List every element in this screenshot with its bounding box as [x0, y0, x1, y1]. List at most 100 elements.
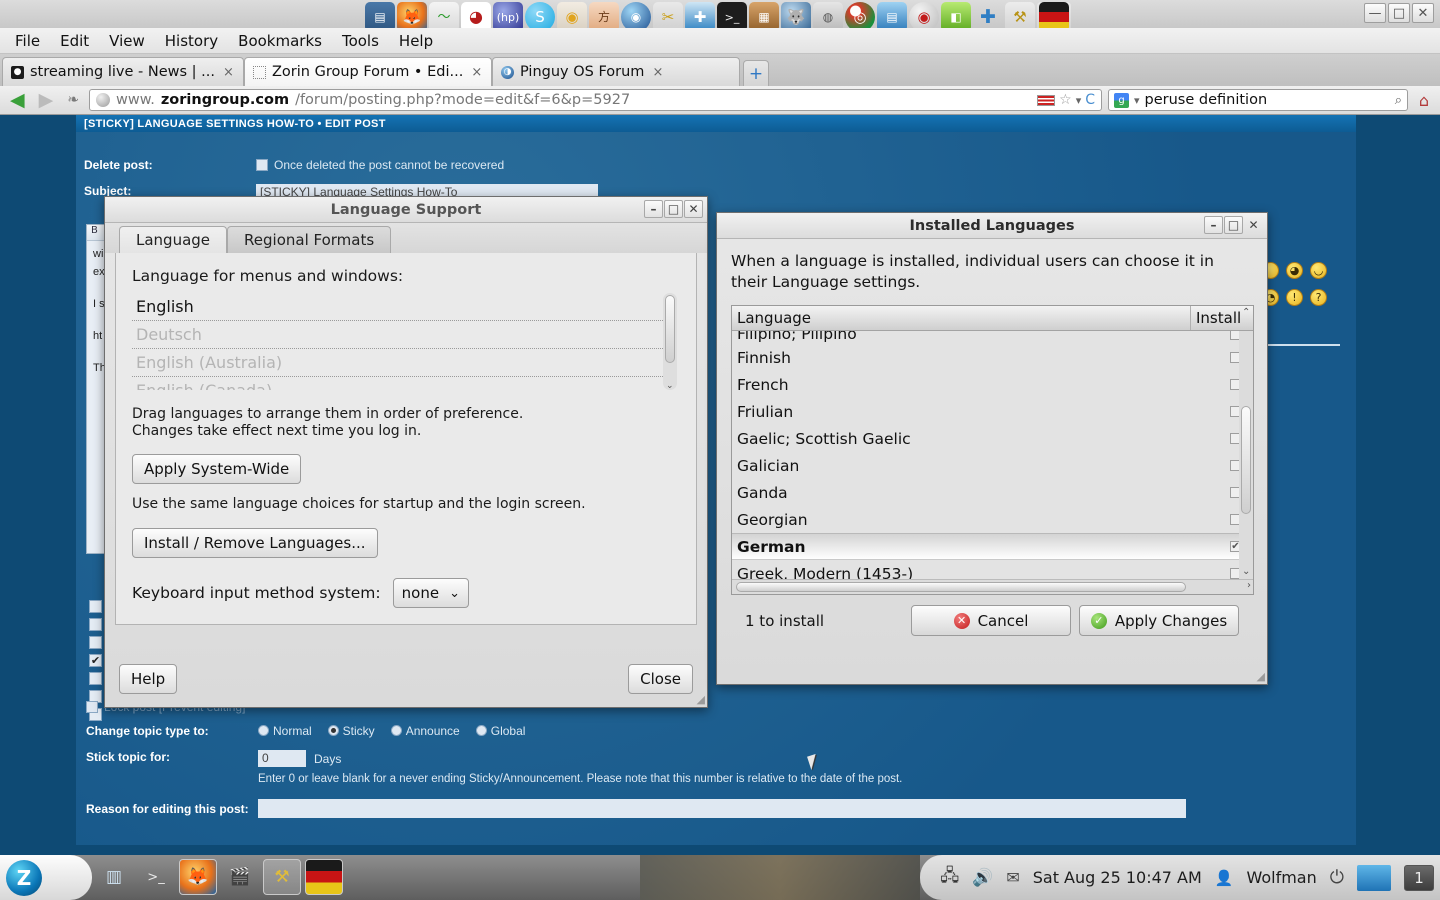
language-preference-list[interactable]: English Deutsch English (Australia) Engl…: [132, 293, 677, 390]
url-bar[interactable]: www. zoringroup.com /forum/posting.php?m…: [89, 89, 1102, 111]
delete-post-option[interactable]: Once deleted the post cannot be recovere…: [256, 158, 504, 172]
cancel-button[interactable]: ✕ Cancel: [911, 605, 1071, 636]
chevron-down-icon[interactable]: ▾: [1076, 94, 1082, 107]
input-method-select[interactable]: none ⌄: [393, 578, 469, 608]
menu-view[interactable]: View: [102, 30, 152, 52]
tab-pinguy-os-forum[interactable]: ◑ Pinguy OS Forum ×: [492, 57, 740, 86]
table-row[interactable]: Greek, Modern (1453-): [732, 560, 1254, 579]
user-icon[interactable]: 👤: [1215, 869, 1234, 887]
tab-streaming-live[interactable]: ● streaming live - News | ... ×: [2, 57, 244, 86]
radio-global[interactable]: Global: [476, 724, 526, 738]
terminal-icon[interactable]: >_: [137, 859, 175, 895]
table-row[interactable]: Galician: [732, 452, 1254, 479]
network-icon[interactable]: 🖧: [940, 863, 959, 892]
menu-file[interactable]: File: [8, 30, 47, 52]
edit-reason-input[interactable]: [258, 799, 1186, 818]
search-input[interactable]: peruse definition: [1145, 92, 1268, 108]
post-option-checkbox[interactable]: [89, 618, 102, 631]
post-option-checkbox[interactable]: [89, 636, 102, 649]
tab-close-icon[interactable]: ×: [652, 65, 663, 80]
google-icon[interactable]: g: [1114, 93, 1129, 108]
install-remove-languages-button[interactable]: Install / Remove Languages...: [132, 528, 378, 558]
show-desktop-button[interactable]: [1357, 865, 1391, 891]
help-button[interactable]: Help: [119, 664, 177, 694]
clock[interactable]: Sat Aug 25 10:47 AM: [1033, 868, 1202, 887]
emoticon[interactable]: ◡: [1310, 262, 1327, 279]
menu-bookmarks[interactable]: Bookmarks: [231, 30, 329, 52]
chevron-right-icon[interactable]: ›: [1247, 580, 1251, 591]
flags-icon[interactable]: [305, 859, 343, 895]
resize-grip[interactable]: ◢: [1257, 670, 1265, 683]
file-manager-icon[interactable]: ▥: [95, 859, 133, 895]
window-maximize-button[interactable]: □: [1388, 3, 1410, 23]
close-button[interactable]: ✕: [684, 200, 703, 218]
stick-days-input[interactable]: 0: [258, 750, 306, 767]
installed-languages-dialog[interactable]: Installed Languages – □ ✕ When a languag…: [716, 212, 1268, 685]
menu-help[interactable]: Help: [392, 30, 440, 52]
table-horizontal-scrollbar[interactable]: ›: [732, 579, 1254, 594]
volume-icon[interactable]: 🔊: [972, 868, 993, 888]
forward-button[interactable]: ▶: [35, 91, 58, 110]
radio-normal[interactable]: Normal: [258, 724, 312, 738]
workspace-switcher[interactable]: 1: [1404, 865, 1434, 891]
mail-icon[interactable]: ✉: [1006, 868, 1019, 887]
us-flag-icon[interactable]: [1037, 95, 1055, 106]
home-icon[interactable]: ⌂: [1414, 90, 1434, 110]
maximize-button[interactable]: □: [1224, 216, 1243, 234]
scrollbar-thumb[interactable]: [736, 582, 1186, 592]
back-button[interactable]: ◀: [6, 91, 29, 110]
scrollbar-thumb[interactable]: [665, 295, 675, 363]
video-editor-icon[interactable]: 🎬: [221, 859, 259, 895]
bookmark-star-icon[interactable]: ☆: [1059, 92, 1072, 108]
language-list-item[interactable]: Deutsch: [132, 321, 677, 349]
close-button[interactable]: Close: [628, 664, 693, 694]
table-row[interactable]: Filipino; Pilipino: [732, 331, 1254, 344]
tab-close-icon[interactable]: ×: [223, 65, 234, 80]
post-option-checkbox[interactable]: [89, 600, 102, 613]
resize-grip[interactable]: ◢: [697, 693, 705, 706]
bookmarks-icon[interactable]: ❧: [63, 93, 83, 107]
tools-icon[interactable]: ⚒: [263, 859, 301, 895]
delete-post-checkbox[interactable]: [256, 159, 268, 171]
close-button[interactable]: ✕: [1244, 216, 1263, 234]
languages-table[interactable]: Language Install Filipino; Pilipino Finn…: [731, 305, 1254, 595]
apply-system-wide-button[interactable]: Apply System-Wide: [132, 454, 301, 484]
emoticon[interactable]: ◕: [1286, 262, 1303, 279]
tab-language[interactable]: Language: [119, 226, 227, 253]
table-row[interactable]: Gaelic; Scottish Gaelic: [732, 425, 1254, 452]
tab-zorin-group-forum[interactable]: Zorin Group Forum • Edi... ×: [244, 57, 492, 86]
window-close-button[interactable]: ✕: [1412, 3, 1434, 23]
new-tab-button[interactable]: +: [743, 60, 769, 86]
menu-edit[interactable]: Edit: [53, 30, 96, 52]
firefox-icon[interactable]: 🦊: [179, 859, 217, 895]
maximize-button[interactable]: □: [664, 200, 683, 218]
table-row[interactable]: Georgian: [732, 506, 1254, 533]
chevron-down-icon[interactable]: ⌄: [666, 381, 674, 390]
post-option-checkbox[interactable]: [89, 672, 102, 685]
lock-post-checkbox[interactable]: [86, 701, 98, 713]
search-bar[interactable]: g ▾ peruse definition ⌕: [1108, 89, 1408, 111]
menu-tools[interactable]: Tools: [335, 30, 386, 52]
table-row[interactable]: Friulian: [732, 398, 1254, 425]
radio-announce[interactable]: Announce: [391, 724, 460, 738]
emoticon-question[interactable]: ?: [1310, 289, 1327, 306]
tab-close-icon[interactable]: ×: [471, 65, 482, 80]
start-menu-button[interactable]: Z: [0, 855, 92, 900]
post-option-checkbox-checked[interactable]: ✔: [89, 654, 102, 667]
power-icon[interactable]: ⏻: [1330, 867, 1344, 888]
table-row[interactable]: French: [732, 371, 1254, 398]
language-list-item[interactable]: English (Australia): [132, 349, 677, 377]
apply-changes-button[interactable]: ✓ Apply Changes: [1079, 605, 1239, 636]
table-row[interactable]: Ganda: [732, 479, 1254, 506]
language-support-dialog[interactable]: Language Support – □ ✕ Language Regional…: [104, 196, 708, 708]
reload-icon[interactable]: C: [1085, 92, 1095, 108]
username[interactable]: Wolfman: [1246, 868, 1316, 887]
chevron-down-icon[interactable]: ⌄: [1242, 566, 1250, 577]
zorin-logo-icon[interactable]: Z: [6, 860, 42, 896]
menu-history[interactable]: History: [158, 30, 225, 52]
emoticon-exclaim[interactable]: !: [1286, 289, 1303, 306]
language-list-item[interactable]: English: [132, 293, 677, 321]
language-list-item[interactable]: English (Canada): [132, 377, 677, 390]
table-vertical-scrollbar[interactable]: ⌃ ⌄: [1239, 331, 1253, 579]
table-row[interactable]: Finnish: [732, 344, 1254, 371]
